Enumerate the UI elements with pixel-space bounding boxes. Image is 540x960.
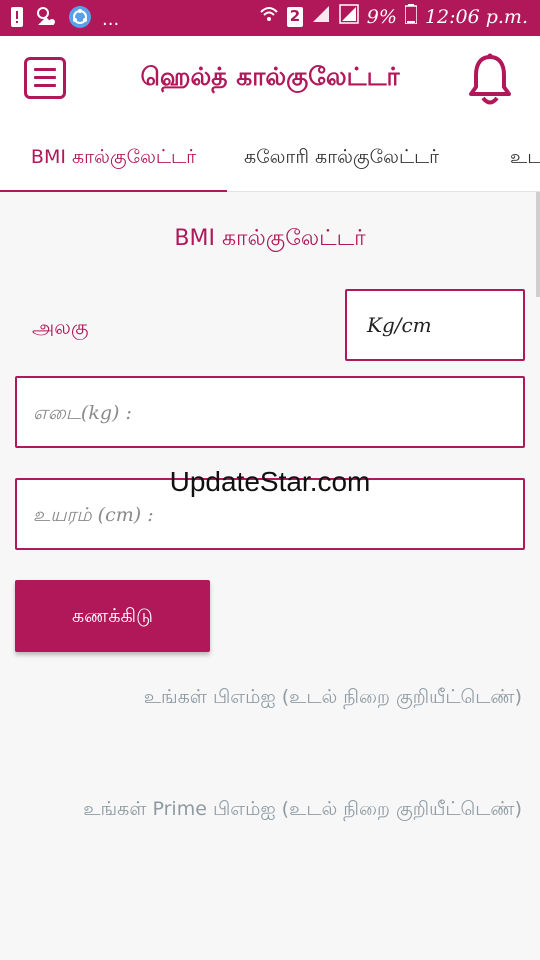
signal-icon: [311, 4, 331, 29]
clock: 12:06 p.m.: [424, 5, 528, 28]
unit-label: அலகு: [32, 315, 89, 339]
battery-percent: 9%: [366, 5, 397, 28]
more-notifications: ...: [102, 8, 120, 30]
weight-field[interactable]: [15, 376, 525, 448]
tab-calorie-calculator[interactable]: கலோரி கால்குலேட்டர்: [244, 126, 439, 192]
calculate-button[interactable]: கணக்கிடு: [15, 580, 210, 652]
app-bar: ஹெல்த் கால்குலேட்டர்: [0, 36, 540, 126]
wifi-icon: [259, 4, 279, 29]
bmi-form: BMI கால்குலேட்டர் அலகு Kg/cm கணக்கிடு உங…: [0, 192, 540, 960]
signal-icon-2: [339, 4, 359, 29]
warning-icon: [10, 6, 24, 32]
unit-value: Kg/cm: [367, 313, 432, 337]
battery-icon: [404, 4, 418, 29]
status-right: 2 9% 12:06 p.m.: [259, 4, 528, 29]
watermark: UpdateStar.com: [169, 466, 371, 497]
share-icon: [68, 5, 92, 33]
weight-input[interactable]: [31, 386, 505, 440]
app-title: ஹெல்த் கால்குலேட்டர்: [140, 62, 400, 91]
bmi-result-label: உங்கள் பிஎம்ஐ (உடல் நிறை குறியீட்டெண்): [143, 686, 522, 708]
form-title: BMI கால்குலேட்டர்: [174, 226, 366, 251]
notification-icons: ...: [10, 5, 119, 33]
prime-bmi-result-label: உங்கள் Prime பிஎம்ஐ (உடல் நிறை குறியீட்ட…: [83, 798, 522, 820]
bell-icon[interactable]: [468, 53, 512, 107]
tab-third[interactable]: உட: [510, 126, 540, 192]
tab-bar: BMI கால்குலேட்டர் கலோரி கால்குலேட்டர் உட: [0, 126, 540, 193]
sim-badge: 2: [286, 6, 303, 27]
unit-selector[interactable]: Kg/cm: [345, 289, 525, 361]
status-bar: ... 2 9% 12:06 p.m.: [0, 0, 540, 36]
tab-bmi-calculator[interactable]: BMI கால்குலேட்டர்: [0, 126, 227, 193]
app-notification-icon: [34, 5, 58, 33]
